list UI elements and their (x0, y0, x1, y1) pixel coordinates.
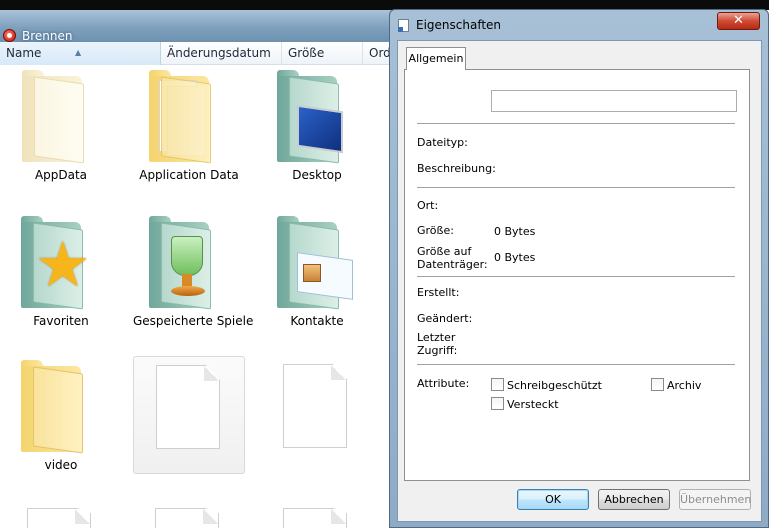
tab-allgemein[interactable]: Allgemein (406, 47, 466, 70)
letzter-zugriff-label-line1: Letzter (417, 331, 456, 344)
archiv-label: Archiv (667, 379, 702, 392)
groesse-value: 0 Bytes (494, 225, 536, 238)
column-name[interactable]: Name ▲ (0, 42, 161, 65)
ok-button[interactable]: OK (517, 489, 589, 510)
dialog-client: Allgemein Dateityp: Beschreibung: Ort: G… (397, 40, 762, 522)
groesse-label: Größe: (417, 224, 454, 237)
schreibgeschuetzt-label: Schreibgeschützt (507, 379, 602, 392)
beschreibung-label: Beschreibung: (417, 162, 496, 175)
letzter-zugriff-label-line2: Zugriff: (417, 344, 458, 357)
list-item-favoriten[interactable]: ★ Favoriten (5, 212, 117, 342)
attribute-label: Attribute: (417, 377, 470, 390)
explorer-title: Brennen (22, 29, 73, 43)
versteckt-label: Versteckt (507, 398, 559, 411)
explorer-titlebar[interactable]: Brennen (0, 10, 400, 43)
general-tab-page: Dateityp: Beschreibung: Ort: Größe: 0 By… (404, 69, 750, 481)
dialog-title: Eigenschaften (416, 18, 502, 32)
item-label: AppData (34, 168, 88, 182)
file-properties-icon (398, 19, 409, 32)
geaendert-label: Geändert: (417, 312, 473, 325)
column-size[interactable]: Größe (282, 42, 363, 65)
list-item-gespeicherte-spiele[interactable]: Gespeicherte Spiele (133, 212, 254, 342)
file-name-input[interactable] (491, 90, 737, 112)
item-label: Desktop (292, 168, 342, 182)
apply-button[interactable]: Übernehmen (679, 489, 751, 510)
column-header-bar: Name ▲ Änderungsdatum Größe Ord (0, 42, 400, 65)
separator (417, 123, 735, 124)
column-name-label: Name (6, 46, 42, 60)
item-label: Gespeicherte Spiele (133, 314, 254, 328)
erstellt-label: Erstellt: (417, 286, 460, 299)
blank-file-icon[interactable] (27, 508, 91, 528)
properties-dialog: Eigenschaften ✕ Allgemein Dateityp: Besc… (389, 9, 769, 528)
separator (417, 187, 735, 188)
sort-ascending-icon: ▲ (75, 48, 82, 57)
list-item-blank-file[interactable] (133, 356, 245, 474)
groesse-auf-label-line2: Datenträger: (417, 258, 488, 271)
blank-file-icon[interactable] (155, 508, 219, 528)
groesse-auf-value: 0 Bytes (494, 251, 536, 264)
close-button[interactable]: ✕ (717, 12, 760, 30)
archiv-checkbox[interactable] (651, 378, 664, 391)
item-label: Favoriten (33, 314, 89, 328)
separator (417, 276, 735, 277)
list-item-video[interactable]: video (5, 356, 117, 474)
list-item-blank-file[interactable] (261, 356, 373, 474)
app-logo-icon (3, 29, 16, 42)
file-list: AppData Application Data Desktop ★ Favor… (0, 66, 400, 528)
list-item-application-data[interactable]: Application Data (133, 66, 245, 196)
item-label: Application Data (139, 168, 239, 182)
blank-file-icon (283, 364, 347, 448)
ort-label: Ort: (417, 199, 439, 212)
blank-file-icon (156, 365, 220, 449)
groesse-auf-label-line1: Größe auf (417, 245, 472, 258)
separator (417, 364, 735, 365)
versteckt-checkbox[interactable] (491, 397, 504, 410)
cancel-button[interactable]: Abbrechen (598, 489, 670, 510)
column-date[interactable]: Änderungsdatum (161, 42, 282, 65)
list-item-kontakte[interactable]: Kontakte (261, 212, 373, 342)
item-label: video (44, 458, 78, 472)
list-item-desktop[interactable]: Desktop (261, 66, 373, 196)
dateityp-label: Dateityp: (417, 136, 468, 149)
item-label: Kontakte (290, 314, 344, 328)
blank-file-icon[interactable] (283, 508, 347, 528)
list-item-appdata[interactable]: AppData (5, 66, 117, 196)
schreibgeschuetzt-checkbox[interactable] (491, 378, 504, 391)
